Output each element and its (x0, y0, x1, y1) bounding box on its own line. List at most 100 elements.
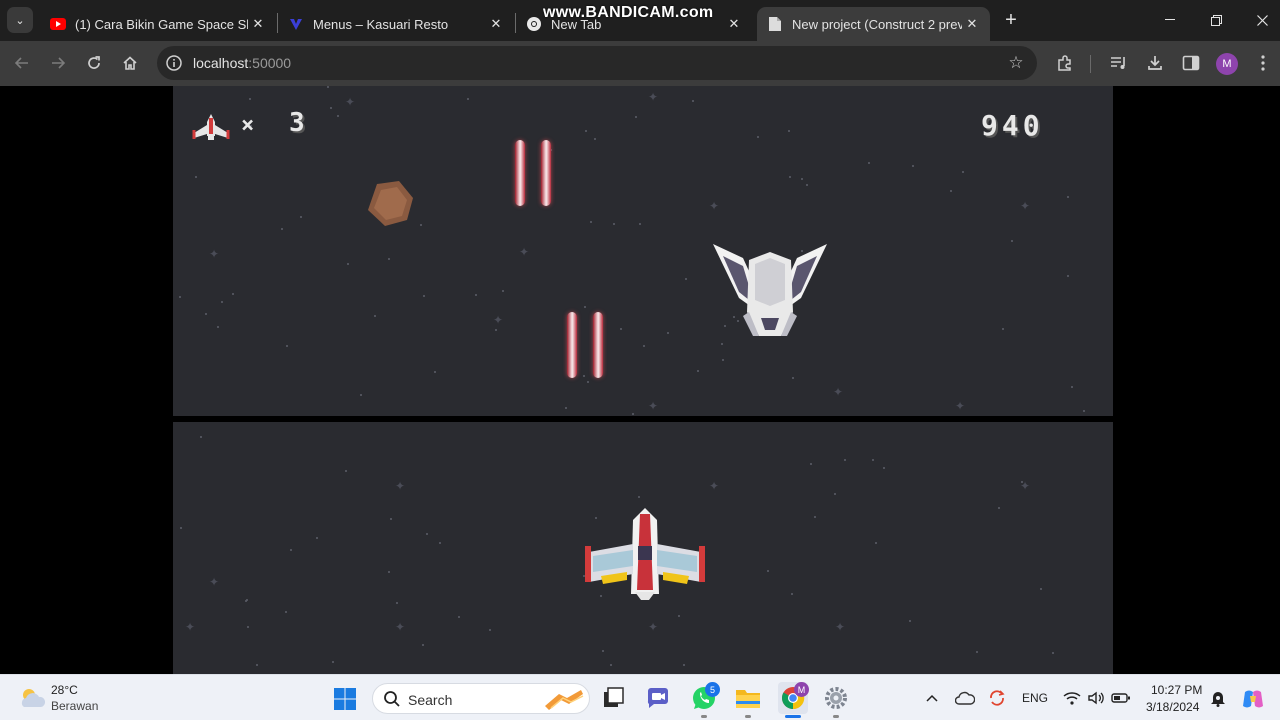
star-sparkle: ✦ (185, 620, 196, 634)
star-particle (667, 332, 669, 334)
running-indicator (833, 715, 839, 718)
tab-kasuari[interactable]: Menus – Kasuari Resto ✕ (278, 7, 514, 41)
star-particle (388, 258, 390, 260)
volume-tray[interactable] (1086, 689, 1106, 707)
star-sparkle: ✦ (519, 245, 530, 259)
copilot-button[interactable] (1240, 687, 1266, 711)
star-particle (249, 98, 251, 100)
tab-search-button[interactable]: ⌄ (7, 7, 33, 33)
battery-tray[interactable] (1110, 689, 1132, 707)
sync-icon (990, 690, 1005, 706)
render-tear (173, 416, 1113, 422)
minimize-button[interactable] (1147, 6, 1193, 34)
windows-start-icon[interactable] (333, 687, 357, 711)
taskbar-search[interactable]: Search (372, 683, 590, 714)
star-sparkle: ✦ (395, 620, 406, 634)
toolbar-divider (1090, 55, 1091, 73)
star-sparkle: ✦ (709, 479, 720, 493)
star-particle (912, 165, 914, 167)
star-particle (1083, 410, 1085, 412)
restore-button[interactable] (1193, 6, 1239, 34)
show-hidden-icons[interactable] (924, 689, 940, 707)
reload-icon (88, 56, 100, 69)
star-particle (195, 176, 197, 178)
chrome-profile-badge: M (794, 682, 809, 697)
menu-button[interactable] (1249, 49, 1277, 77)
star-particle (1011, 240, 1013, 242)
lives-ship-icon (192, 114, 230, 140)
new-tab-button[interactable]: + (999, 8, 1023, 32)
star-sparkle: ✦ (955, 399, 966, 413)
windows-taskbar: 28°C Berawan Search 5 M ENG 10:27 PM 3/1… (0, 674, 1280, 720)
star-sparkle: ✦ (209, 247, 220, 261)
enemy-ship (713, 244, 827, 336)
extensions-button[interactable] (1051, 49, 1079, 77)
close-tab-icon[interactable]: ✕ (486, 14, 506, 34)
star-particle (316, 537, 318, 539)
star-particle (872, 459, 874, 461)
star-particle (245, 600, 247, 602)
downloads-button[interactable] (1141, 49, 1169, 77)
star-particle (788, 130, 790, 132)
wifi-tray[interactable] (1062, 689, 1082, 707)
taskbar-settings[interactable] (822, 684, 850, 712)
folder-icon (736, 690, 760, 708)
home-button[interactable] (116, 49, 144, 77)
tab-strip: ⌄ (1) Cara Bikin Game Space Shoo ✕ Menus… (0, 0, 1280, 41)
taskbar-task-view[interactable] (600, 684, 628, 712)
star-particle (327, 86, 329, 88)
close-tab-icon[interactable]: ✕ (724, 14, 744, 34)
chevron-up-icon (926, 694, 938, 702)
star-particle (345, 470, 347, 472)
back-button[interactable] (8, 49, 36, 77)
site-info-icon[interactable] (165, 54, 183, 72)
bookmark-star-icon[interactable]: ☆ (1007, 54, 1025, 72)
sync-tray[interactable] (986, 689, 1008, 707)
star-particle (467, 98, 469, 100)
taskbar-meet[interactable] (644, 684, 672, 712)
close-window-button[interactable] (1239, 6, 1280, 34)
whatsapp-badge: 5 (705, 682, 720, 697)
gear-icon (825, 687, 847, 709)
forward-button[interactable] (44, 49, 72, 77)
star-particle (792, 377, 794, 379)
star-particle (583, 375, 585, 377)
notification-button[interactable] (1208, 689, 1228, 707)
star-particle (810, 463, 812, 465)
asteroid (368, 181, 413, 226)
address-bar[interactable]: localhost:50000 ☆ (157, 46, 1037, 80)
star-particle (286, 345, 288, 347)
onedrive-tray[interactable] (954, 689, 976, 707)
star-particle (585, 130, 587, 132)
media-controls-button[interactable] (1105, 49, 1133, 77)
star-particle (722, 359, 724, 361)
star-particle (256, 664, 258, 666)
star-sparkle: ✦ (835, 620, 846, 634)
close-icon (1256, 14, 1268, 26)
bell-icon (1211, 692, 1225, 707)
side-panel-button[interactable] (1177, 49, 1205, 77)
star-particle (1067, 275, 1069, 277)
url-port: :50000 (248, 55, 292, 71)
close-tab-icon[interactable]: ✕ (248, 14, 268, 34)
download-icon (1148, 56, 1162, 70)
input-language[interactable]: ENG (1022, 691, 1048, 705)
star-particle (347, 263, 349, 265)
close-tab-icon[interactable]: ✕ (962, 14, 982, 34)
star-particle (221, 301, 223, 303)
task-view-icon (604, 687, 624, 707)
taskbar-file-explorer[interactable] (734, 684, 762, 712)
chrome-icon (526, 16, 542, 32)
player-bullet (593, 312, 603, 378)
reload-button[interactable] (80, 49, 108, 77)
star-particle (685, 278, 687, 280)
tab-construct[interactable]: New project (Construct 2 previe ✕ (757, 7, 990, 41)
star-particle (909, 620, 911, 622)
game-canvas[interactable]: ✦ ✦ ✦ ✦ ✦ ✦ ✦ ✦ ✦ ✦ ✦ ✦ ✦ ✦ ✦ ✦ ✦ ✦ × 3 940 (173, 86, 1113, 674)
minimize-icon (1165, 19, 1175, 20)
profile-avatar[interactable]: M (1216, 53, 1238, 75)
tab-youtube[interactable]: (1) Cara Bikin Game Space Shoo ✕ (40, 7, 276, 41)
running-indicator (701, 715, 707, 718)
star-particle (590, 221, 592, 223)
star-particle (423, 295, 425, 297)
